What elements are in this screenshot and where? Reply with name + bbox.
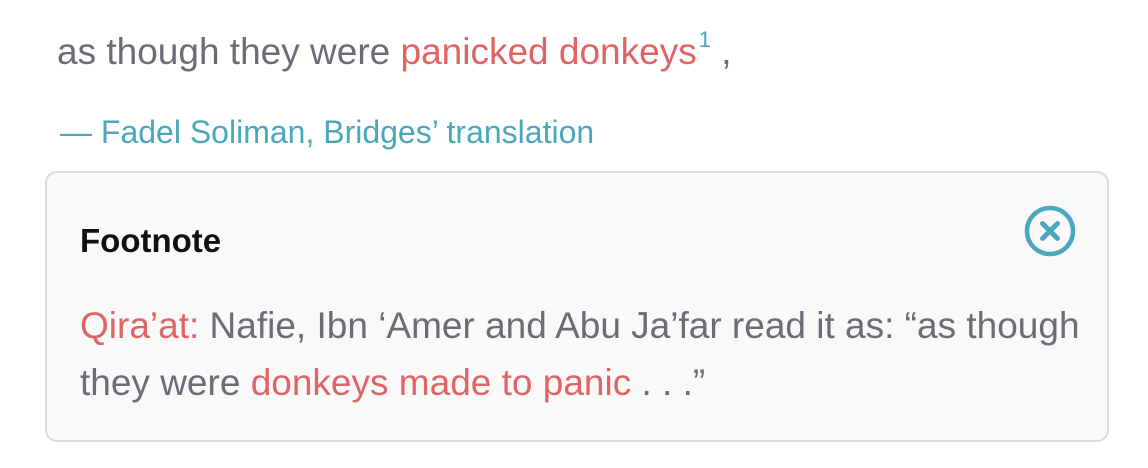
close-circle-icon [1024, 205, 1076, 257]
verse-highlight: panicked donkeys [400, 31, 697, 72]
qiraat-label: Qira’at: [80, 305, 200, 346]
footnote-panel: Footnote Qira’at: Nafie, Ibn ‘Amer and A… [45, 171, 1109, 442]
footnote-text-after: . . .” [631, 362, 706, 403]
verse-prefix: as though they were [57, 31, 401, 72]
footnote-highlight: donkeys made to panic [250, 362, 632, 403]
close-button[interactable] [1023, 204, 1077, 258]
footnote-body: Qira’at: Nafie, Ibn ‘Amer and Abu Ja’far… [80, 297, 1080, 411]
translation-attribution: — Fadel Soliman, Bridges’ translation [60, 114, 595, 150]
footnote-ref-link[interactable]: 1 [699, 27, 711, 52]
verse-suffix: , [710, 31, 732, 72]
footnote-title: Footnote [80, 222, 222, 259]
verse-text: as though they were panicked donkeys1 , [57, 27, 732, 81]
